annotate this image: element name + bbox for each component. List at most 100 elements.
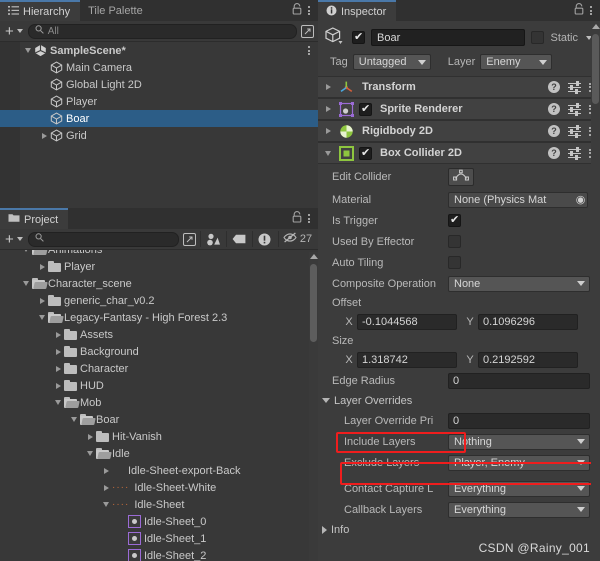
scene-menu-icon[interactable] (308, 45, 311, 57)
inspector-scrollbar[interactable] (591, 22, 600, 561)
expand-arrow-icon[interactable] (322, 106, 334, 112)
project-item-player[interactable]: Player (0, 258, 318, 275)
avatar-filter-icon[interactable] (200, 231, 224, 247)
project-item-assets[interactable]: Assets (0, 326, 318, 343)
collapse-arrow-icon[interactable] (20, 250, 32, 252)
project-item-hud[interactable]: HUD (0, 377, 318, 394)
hidden-items-toggle[interactable]: 27 (278, 231, 316, 247)
offset-x-field[interactable]: -0.1044568 (357, 313, 457, 330)
expand-arrow-icon[interactable] (100, 467, 112, 474)
is-trigger-checkbox[interactable] (448, 213, 461, 227)
project-item-background[interactable]: Background (0, 343, 318, 360)
collapse-arrow-icon[interactable] (322, 150, 334, 156)
edge-radius-field[interactable]: 0 (448, 372, 590, 389)
collapse-arrow-icon[interactable] (20, 281, 32, 286)
project-item-generic-char-v0.2[interactable]: generic_char_v0.2 (0, 292, 318, 309)
offset-y-field[interactable]: 0.1096296 (478, 313, 578, 330)
preset-icon[interactable] (568, 81, 581, 94)
collapse-arrow-icon[interactable] (84, 451, 96, 456)
hierarchy-item-grid[interactable]: Grid (0, 127, 318, 144)
expand-arrow-icon[interactable] (322, 128, 334, 134)
preset-icon[interactable] (568, 103, 581, 116)
project-menu-icon[interactable] (308, 213, 311, 225)
component-header-box-collider-2d[interactable]: Box Collider 2D? (318, 142, 600, 164)
layer-dropdown[interactable]: Enemy (480, 54, 553, 70)
info-foldout[interactable]: Info (318, 520, 600, 539)
size-x-field[interactable]: 1.318742 (357, 351, 457, 368)
project-item-idle-sheet-white[interactable]: ···· Idle-Sheet-White (0, 479, 318, 496)
expand-arrow-icon[interactable] (52, 382, 64, 389)
hierarchy-item-samplescene[interactable]: SampleScene* (0, 42, 318, 59)
collapse-arrow-icon[interactable] (100, 502, 112, 507)
component-header-rigidbody-2d[interactable]: Rigidbody 2D? (318, 120, 600, 142)
tab-tile-palette[interactable]: Tile Palette (80, 0, 153, 21)
tab-inspector[interactable]: Inspector (318, 0, 397, 21)
expand-arrow-icon[interactable] (52, 365, 64, 372)
project-item-idle-sheet-1[interactable]: Idle-Sheet_1 (0, 530, 318, 547)
expand-arrow-icon[interactable] (52, 348, 64, 355)
project-item-idle-sheet[interactable]: ···· Idle-Sheet (0, 496, 318, 513)
expand-arrow-icon[interactable] (36, 263, 48, 270)
lock-icon[interactable] (574, 3, 584, 18)
hierarchy-item-global-light-2d[interactable]: Global Light 2D (0, 76, 318, 93)
size-y-field[interactable]: 0.2192592 (478, 351, 578, 368)
preset-icon[interactable] (568, 125, 581, 138)
project-add-button[interactable]: + (2, 232, 26, 247)
hierarchy-add-button[interactable]: + (2, 24, 26, 39)
static-checkbox[interactable] (531, 31, 545, 44)
expand-arrow-icon[interactable] (36, 297, 48, 304)
scroll-up-icon[interactable] (591, 24, 600, 29)
project-item-boar[interactable]: Boar (0, 411, 318, 428)
collapse-arrow-icon[interactable] (52, 400, 64, 405)
hierarchy-item-player[interactable]: Player (0, 93, 318, 110)
scroll-up-icon[interactable] (309, 254, 318, 259)
help-icon[interactable]: ? (548, 125, 560, 137)
component-header-sprite-renderer[interactable]: Sprite Renderer? (318, 98, 600, 120)
tag-dropdown[interactable]: Untagged (352, 54, 431, 70)
help-icon[interactable]: ? (548, 103, 560, 115)
component-enabled-checkbox[interactable] (359, 102, 372, 116)
preset-icon[interactable] (568, 147, 581, 160)
component-header-transform[interactable]: Transform? (318, 76, 600, 98)
expand-arrow-icon[interactable] (52, 331, 64, 338)
project-item-mob[interactable]: Mob (0, 394, 318, 411)
material-object-field[interactable]: None (Physics Mat ◉ (448, 191, 588, 208)
project-item-character-scene[interactable]: Character_scene (0, 275, 318, 292)
hierarchy-item-boar[interactable]: Boar (0, 110, 318, 127)
project-expand-button[interactable] (181, 231, 198, 247)
include-layers-dropdown[interactable]: Nothing (448, 433, 590, 450)
expand-arrow-icon[interactable] (84, 433, 96, 440)
project-item-idle-sheet-export-back[interactable]: Idle-Sheet-export-Back (0, 462, 318, 479)
layer-overrides-foldout[interactable]: Layer Overrides (318, 391, 600, 410)
lock-icon[interactable] (292, 211, 302, 226)
help-icon[interactable]: ? (548, 147, 560, 159)
project-item-legacy-fantasy-high-forest-2.3[interactable]: Legacy-Fantasy - High Forest 2.3 (0, 309, 318, 326)
project-item-idle[interactable]: Idle (0, 445, 318, 462)
contact-capture-layers-dropdown[interactable]: Everything (448, 480, 590, 497)
tab-project[interactable]: Project (0, 208, 69, 229)
label-tag-icon[interactable] (226, 231, 250, 247)
used-by-effector-checkbox[interactable] (448, 235, 461, 248)
callback-layers-dropdown[interactable]: Everything (448, 501, 590, 518)
exclude-layers-dropdown[interactable]: Player, Enemy (448, 454, 590, 471)
expand-arrow-icon[interactable] (100, 484, 112, 491)
object-name-field[interactable]: Boar (371, 29, 526, 46)
expand-arrow-icon[interactable] (322, 84, 334, 90)
collapse-arrow-icon[interactable] (36, 315, 48, 320)
project-search-input[interactable] (27, 231, 179, 247)
warning-icon[interactable] (252, 231, 276, 247)
project-item-hit-vanish[interactable]: Hit-Vanish (0, 428, 318, 445)
hierarchy-expand-button[interactable] (299, 23, 316, 39)
composite-operation-dropdown[interactable]: None (448, 275, 590, 292)
component-enabled-checkbox[interactable] (359, 146, 372, 160)
object-enabled-checkbox[interactable] (352, 30, 365, 44)
project-item-idle-sheet-0[interactable]: Idle-Sheet_0 (0, 513, 318, 530)
tab-hierarchy[interactable]: Hierarchy (0, 0, 81, 21)
hierarchy-search-input[interactable]: All (27, 23, 297, 39)
collapse-arrow-icon[interactable] (68, 417, 80, 422)
auto-tiling-checkbox[interactable] (448, 256, 461, 269)
edit-collider-button[interactable] (448, 167, 474, 186)
object-picker-icon[interactable]: ◉ (574, 193, 587, 207)
inspector-menu-icon[interactable] (590, 5, 593, 17)
layer-override-priority-field[interactable]: 0 (448, 412, 590, 429)
